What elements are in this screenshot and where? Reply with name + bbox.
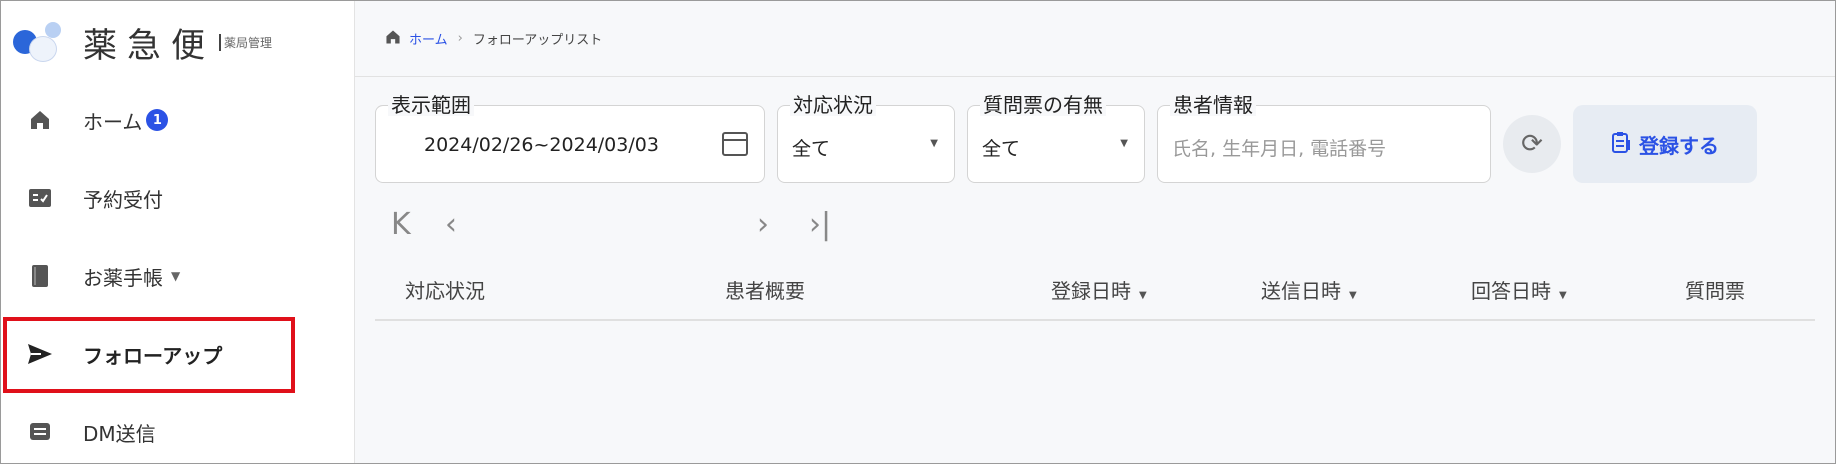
questionnaire-label: 質問票の有無 [980, 94, 1106, 116]
column-patient[interactable]: 患者概要 [725, 275, 805, 304]
medicine-book-icon [27, 263, 53, 289]
last-page-icon[interactable]: ›| [809, 207, 831, 242]
first-page-icon[interactable]: K [391, 207, 411, 242]
logo-mark-icon [11, 20, 61, 64]
message-icon [27, 419, 53, 445]
date-range-field[interactable]: 表示範囲 2024/02/26~2024/03/03 [375, 94, 765, 183]
sidebar-nav: ホーム 1 予約受付 お薬手帳 ▼ フォローアップ DM送信 [1, 81, 354, 464]
clipboard-icon [1611, 131, 1631, 158]
column-label: 送信日時 [1261, 279, 1341, 303]
reservation-icon [27, 185, 53, 211]
sidebar-item-medicine-book[interactable]: お薬手帳 ▼ [1, 237, 354, 315]
logo-text: 薬急便 [83, 25, 215, 66]
register-button[interactable]: 登録する [1573, 105, 1757, 183]
notification-badge: 1 [146, 109, 169, 131]
status-select[interactable]: 対応状況 全て ▼ [777, 94, 955, 183]
register-label: 登録する [1639, 133, 1719, 158]
status-label: 対応状況 [790, 94, 876, 116]
chevron-down-icon: ▼ [171, 269, 181, 283]
date-range-value: 2024/02/26~2024/03/03 [424, 134, 659, 156]
column-status[interactable]: 対応状況 [405, 275, 485, 304]
sidebar-item-label: ホーム [83, 109, 143, 134]
sidebar: 薬急便 薬局管理 ホーム 1 予約受付 お薬手帳 ▼ フォローアップ DM送信 [1, 1, 355, 463]
app-window: 薬急便 薬局管理 ホーム 1 予約受付 お薬手帳 ▼ フォローアップ DM送信 … [0, 0, 1836, 464]
date-range-label: 表示範囲 [388, 94, 474, 116]
sidebar-item-label: DM送信 [83, 421, 156, 446]
questionnaire-select[interactable]: 質問票の有無 全て ▼ [967, 94, 1145, 183]
chevron-right-icon: › [457, 31, 463, 46]
column-label: 登録日時 [1051, 279, 1131, 303]
breadcrumb-home-link[interactable]: ホーム [409, 29, 448, 48]
table-header: 対応状況 患者概要 登録日時 ▼ 送信日時 ▼ 回答日時 ▼ 質問票 [375, 265, 1815, 321]
column-registered[interactable]: 登録日時 ▼ [1051, 275, 1147, 304]
filter-bar: 表示範囲 2024/02/26~2024/03/03 対応状況 全て ▼ 質問票… [375, 94, 1757, 183]
patient-label: 患者情報 [1170, 94, 1256, 116]
sort-icon: ▼ [1559, 290, 1567, 301]
calendar-icon[interactable] [722, 132, 748, 156]
refresh-button[interactable]: ⟳ [1503, 115, 1561, 173]
sort-icon: ▼ [1349, 290, 1357, 301]
breadcrumb: ホーム › フォローアップリスト [355, 1, 1835, 77]
home-icon[interactable] [385, 29, 401, 49]
app-logo[interactable]: 薬急便 薬局管理 [11, 17, 272, 67]
refresh-icon: ⟳ [1521, 129, 1543, 159]
next-page-icon[interactable]: › [757, 207, 769, 242]
patient-search-input[interactable]: 患者情報 氏名, 生年月日, 電話番号 [1157, 94, 1491, 183]
column-sent[interactable]: 送信日時 ▼ [1261, 275, 1357, 304]
sidebar-item-reservation[interactable]: 予約受付 [1, 159, 354, 237]
sidebar-item-label: お薬手帳 [83, 265, 163, 290]
questionnaire-value: 全て [982, 138, 1021, 160]
logo-subtitle: 薬局管理 [219, 33, 272, 51]
patient-placeholder: 氏名, 生年月日, 電話番号 [1172, 138, 1387, 160]
sidebar-item-dm[interactable]: DM送信 [1, 393, 354, 464]
sort-icon: ▼ [1139, 290, 1147, 301]
breadcrumb-current: フォローアップリスト [472, 33, 603, 48]
pagination: K ‹ › ›| [391, 207, 911, 247]
dropdown-arrow-icon: ▼ [1120, 138, 1128, 149]
column-answered[interactable]: 回答日時 ▼ [1471, 275, 1567, 304]
dropdown-arrow-icon: ▼ [930, 138, 938, 149]
sidebar-item-label: 予約受付 [83, 187, 163, 212]
column-label: 回答日時 [1471, 279, 1551, 303]
status-value: 全て [792, 138, 831, 160]
sidebar-item-home[interactable]: ホーム 1 [1, 81, 354, 159]
home-icon [27, 107, 53, 133]
prev-page-icon[interactable]: ‹ [445, 207, 457, 242]
column-questionnaire[interactable]: 質問票 [1685, 275, 1745, 304]
main-content: ホーム › フォローアップリスト 表示範囲 2024/02/26~2024/03… [355, 1, 1835, 463]
highlight-box [3, 317, 295, 393]
